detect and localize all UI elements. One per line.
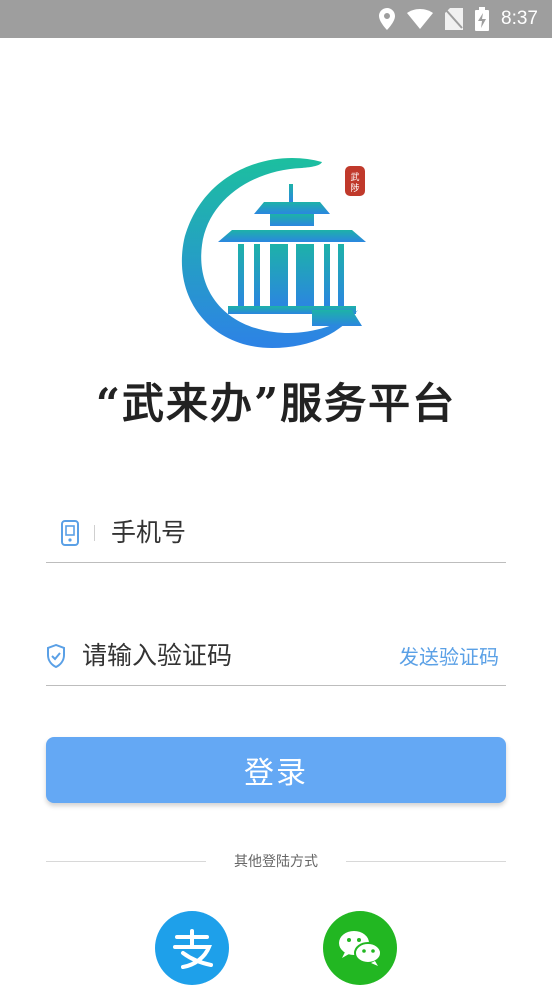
- wifi-icon: [407, 9, 434, 29]
- status-bar: 8:37: [0, 0, 552, 38]
- login-button[interactable]: 登录: [46, 737, 506, 803]
- battery-charging-icon: [475, 7, 490, 31]
- page-title: “武来办”服务平台: [95, 379, 457, 428]
- divider-line-left: [46, 860, 206, 862]
- logo-seal-text-bottom: 陟: [350, 182, 359, 194]
- phone-icon: [46, 519, 94, 546]
- alipay-icon: [173, 929, 213, 969]
- divider-line-right: [346, 860, 506, 862]
- location-icon: [379, 8, 396, 30]
- no-sim-icon: [445, 8, 464, 30]
- send-code-button[interactable]: 发送验证码: [399, 641, 539, 670]
- other-login-label: 其他登陆方式: [234, 854, 318, 870]
- other-login-divider: 其他登陆方式: [46, 850, 506, 872]
- status-time: 8:37: [501, 8, 538, 29]
- verification-code-field: 发送验证码: [46, 626, 506, 686]
- app-logo: 武 陟: [172, 150, 382, 360]
- phone-input[interactable]: [105, 518, 506, 547]
- verification-code-input[interactable]: [76, 641, 399, 670]
- phone-field-separator: [94, 524, 95, 541]
- alipay-login-button[interactable]: [155, 911, 229, 985]
- wechat-login-button[interactable]: [323, 911, 397, 985]
- logo-seal-text-top: 武: [350, 171, 359, 183]
- shield-check-icon: [46, 643, 66, 668]
- wechat-icon: [339, 931, 382, 966]
- phone-field: [46, 503, 506, 563]
